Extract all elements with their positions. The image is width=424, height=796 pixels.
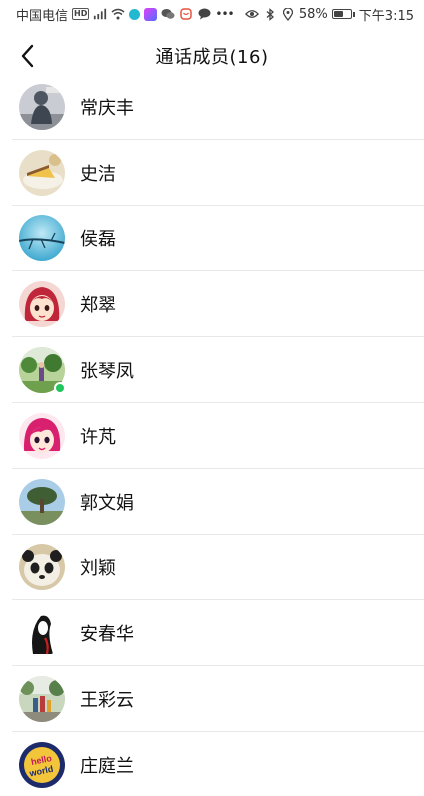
member-name: 王彩云 [80, 690, 134, 712]
status-bar: 中国电信 HD ••• 58% 下午3:15 [0, 0, 424, 28]
member-row[interactable]: 常庆丰 [0, 74, 424, 140]
member-row[interactable]: 郭文娟 [0, 469, 424, 535]
ink-figure-drawing [19, 610, 65, 657]
member-name: 庄庭兰 [80, 755, 134, 777]
member-avatar [19, 478, 65, 525]
member-avatar [19, 347, 66, 395]
tree-photo [19, 478, 65, 525]
family-outdoor-photo [19, 676, 65, 723]
member-name: 侯磊 [80, 229, 116, 251]
member-row[interactable]: 史洁 [0, 140, 424, 206]
member-avatar [19, 412, 65, 459]
member-avatar: hello world [19, 741, 65, 788]
app-notification-icon [129, 8, 141, 20]
member-avatar [19, 544, 65, 591]
clock: 下午3:15 [358, 8, 414, 24]
online-status-badge [54, 382, 66, 395]
member-row[interactable]: 侯磊 [0, 206, 424, 272]
member-name: 刘颖 [80, 558, 116, 580]
app-icon [179, 7, 193, 21]
wifi-icon [111, 7, 125, 21]
member-row[interactable]: 许芃 [0, 403, 424, 469]
status-bar-left: 中国电信 HD ••• [16, 5, 235, 24]
statue-photo [19, 83, 65, 130]
member-row[interactable]: hello world 庄庭兰 [0, 732, 424, 796]
hello-world-text-art: hello world [19, 741, 65, 788]
more-dots-icon: ••• [215, 7, 234, 21]
eye-icon [244, 7, 259, 21]
wechat-icon [161, 7, 175, 21]
weibo-icon [144, 7, 158, 21]
message-icon [197, 7, 211, 21]
panda-photo [19, 544, 65, 591]
status-bar-right: 58% 下午3:15 [244, 5, 414, 24]
member-avatar [19, 281, 65, 328]
member-list: 常庆丰 史洁 侯磊 郑翠 张琴凤 许芃 郭文娟 刘颖 安春华 王彩云 hello… [0, 74, 424, 796]
bluetooth-icon [263, 7, 277, 21]
hd-badge: HD [72, 8, 90, 20]
member-row[interactable]: 郑翠 [0, 271, 424, 337]
member-name: 许芃 [80, 426, 116, 448]
battery-percent: 58% [298, 6, 328, 22]
member-row[interactable]: 刘颖 [0, 535, 424, 601]
member-avatar [19, 149, 65, 196]
member-name: 安春华 [80, 624, 134, 646]
member-avatar [19, 676, 65, 723]
location-icon [281, 7, 295, 21]
member-name: 郑翠 [80, 295, 116, 317]
cartoon-girl-red [19, 281, 65, 328]
member-row[interactable]: 安春华 [0, 600, 424, 666]
signal-icon [93, 7, 107, 21]
page-title: 通话成员(16) [155, 47, 269, 68]
battery-icon [331, 9, 355, 19]
member-name: 史洁 [80, 163, 116, 185]
chevron-left-icon [21, 44, 34, 68]
cartoon-girl-pink [19, 412, 65, 459]
member-avatar [19, 215, 65, 262]
member-name: 张琴凤 [80, 361, 134, 383]
member-avatar [19, 83, 65, 130]
member-row[interactable]: 王彩云 [0, 666, 424, 732]
back-button[interactable] [14, 42, 42, 70]
member-avatar [19, 610, 65, 657]
screen: 中国电信 HD ••• 58% 下午3:15 通话成员(16) 常庆丰 史洁 侯… [0, 0, 424, 796]
cake-photo [19, 149, 65, 196]
member-name: 常庆丰 [80, 97, 134, 119]
member-name: 郭文娟 [80, 492, 134, 514]
member-row[interactable]: 张琴凤 [0, 337, 424, 403]
branch-sky-photo [19, 215, 65, 262]
carrier-label: 中国电信 [16, 8, 69, 24]
